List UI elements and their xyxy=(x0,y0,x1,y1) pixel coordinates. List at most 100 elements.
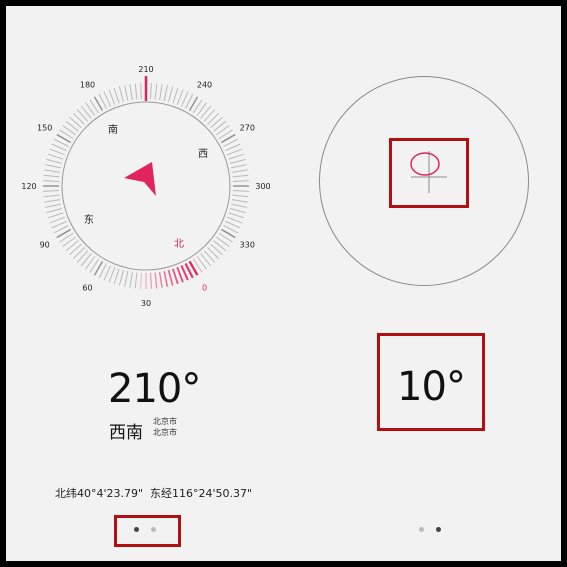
dial-tick xyxy=(230,164,247,169)
dial-tick xyxy=(76,109,89,122)
dial-degree-label: 270 xyxy=(240,124,255,133)
dial-tick xyxy=(231,169,248,173)
dial-tick xyxy=(72,247,85,260)
heading-direction: 西南 xyxy=(109,423,143,443)
dial-tick xyxy=(43,174,60,178)
level-bubble-icon xyxy=(410,151,447,193)
compass-panel[interactable]: 0 30 60 90 120 150 180 210 240 270 300 330 北 东 南西 210°… xyxy=(6,6,289,561)
page-dot-2[interactable] xyxy=(436,527,441,532)
dial-cardinal-label: 北 xyxy=(174,238,184,250)
dial-degree-label: 240 xyxy=(197,81,212,90)
dial-tick xyxy=(231,199,248,203)
compass-app-screen: 0 30 60 90 120 150 180 210 240 270 300 330 北 东 南西 210°… xyxy=(6,6,561,561)
dial-tick xyxy=(230,203,247,208)
dial-tick xyxy=(232,174,249,178)
city-name: 北京市 xyxy=(153,417,177,426)
dial-tick xyxy=(113,87,120,104)
page-indicator-right[interactable] xyxy=(419,525,449,535)
dial-tick xyxy=(176,266,184,283)
dial-degree-label: 30 xyxy=(141,299,151,308)
dial-degree-label: 180 xyxy=(80,81,95,90)
dial-cardinal-label: 东 xyxy=(84,213,94,226)
dial-tick xyxy=(167,269,174,286)
dial-tick xyxy=(232,180,249,182)
dial-degree-label: 300 xyxy=(255,182,270,191)
dial-tick xyxy=(69,243,82,256)
dial-tick xyxy=(232,194,249,198)
dial-tick xyxy=(43,194,60,198)
dial-degree-label: 0 xyxy=(202,283,207,292)
dial-tick xyxy=(158,271,163,288)
dial-tick xyxy=(103,265,112,281)
latitude-text: 北纬40°4'23.79" xyxy=(55,487,144,500)
dial-tick xyxy=(118,269,124,286)
dial-tick xyxy=(149,272,152,289)
dial-tick xyxy=(69,116,82,129)
dial-tick xyxy=(49,216,65,224)
dial-tick xyxy=(118,86,124,103)
dial-cardinal-label: 西 xyxy=(198,149,208,160)
dial-tick xyxy=(168,86,174,103)
dial-degree-label: 90 xyxy=(40,241,50,250)
dial-tick xyxy=(124,270,129,287)
dial-tick xyxy=(45,164,62,169)
dial-tick xyxy=(134,272,138,289)
dial-tick xyxy=(227,216,243,224)
dial-tick xyxy=(46,208,63,214)
dial-tick xyxy=(140,272,142,289)
dial-tick xyxy=(228,153,245,160)
dial-tick xyxy=(108,89,116,105)
dial-tick xyxy=(129,84,133,101)
dial-tick xyxy=(227,148,243,156)
dial-tick xyxy=(43,190,60,192)
dial-degree-label: 60 xyxy=(82,283,92,292)
dial-tick xyxy=(108,267,116,283)
dial-tick xyxy=(228,212,245,219)
dial-cardinal-label: 南 xyxy=(108,123,118,136)
page-dot-1[interactable] xyxy=(419,527,424,532)
dial-tick xyxy=(229,208,246,214)
dial-tick xyxy=(140,83,142,100)
heading-degrees: 210° xyxy=(108,366,201,412)
dial-tick xyxy=(172,87,179,104)
dial-degree-label: 120 xyxy=(21,182,36,191)
dial-tick xyxy=(44,199,61,203)
page-dot-1[interactable] xyxy=(134,527,139,532)
dial-degree-label: 330 xyxy=(240,241,255,250)
dial-tick xyxy=(51,220,67,229)
dial-degree-label: 210 xyxy=(138,65,153,74)
dial-tick xyxy=(207,247,220,260)
dial-tick xyxy=(124,85,129,102)
dial-tick xyxy=(207,112,220,125)
page-dot-2[interactable] xyxy=(151,527,156,532)
dial-tick xyxy=(45,203,62,208)
level-panel[interactable]: 10° xyxy=(289,6,561,561)
dial-tick xyxy=(229,158,246,164)
dial-tick xyxy=(154,272,158,289)
dial-tick xyxy=(225,220,241,229)
dial-tick xyxy=(163,85,168,102)
dial-tick xyxy=(134,83,138,100)
dial-tick xyxy=(172,268,179,285)
dial-tick xyxy=(203,250,216,263)
direction-arrow-icon xyxy=(124,162,156,196)
district-name: 北京市 xyxy=(153,428,177,437)
dial-tick xyxy=(225,143,241,152)
dial-tick xyxy=(46,158,63,164)
dial-tick xyxy=(203,109,216,122)
dial-tick xyxy=(47,153,64,160)
dial-tick xyxy=(210,116,223,129)
page-indicator-left[interactable] xyxy=(134,525,164,535)
dial-inner-ring xyxy=(61,101,231,271)
dial-tick xyxy=(103,91,112,107)
dial-tick xyxy=(51,143,67,152)
dial-tick xyxy=(44,169,61,173)
tilt-degrees: 10° xyxy=(397,364,466,410)
dial-tick xyxy=(180,91,189,107)
dial-tick xyxy=(76,250,89,263)
dial-degree-label: 150 xyxy=(37,124,52,133)
dial-tick xyxy=(163,270,169,287)
compass-dial: 0 30 60 90 120 150 180 210 240 270 300 330 北 东 南西 xyxy=(21,65,270,308)
dial-tick xyxy=(49,148,65,156)
dial-tick xyxy=(129,271,133,288)
